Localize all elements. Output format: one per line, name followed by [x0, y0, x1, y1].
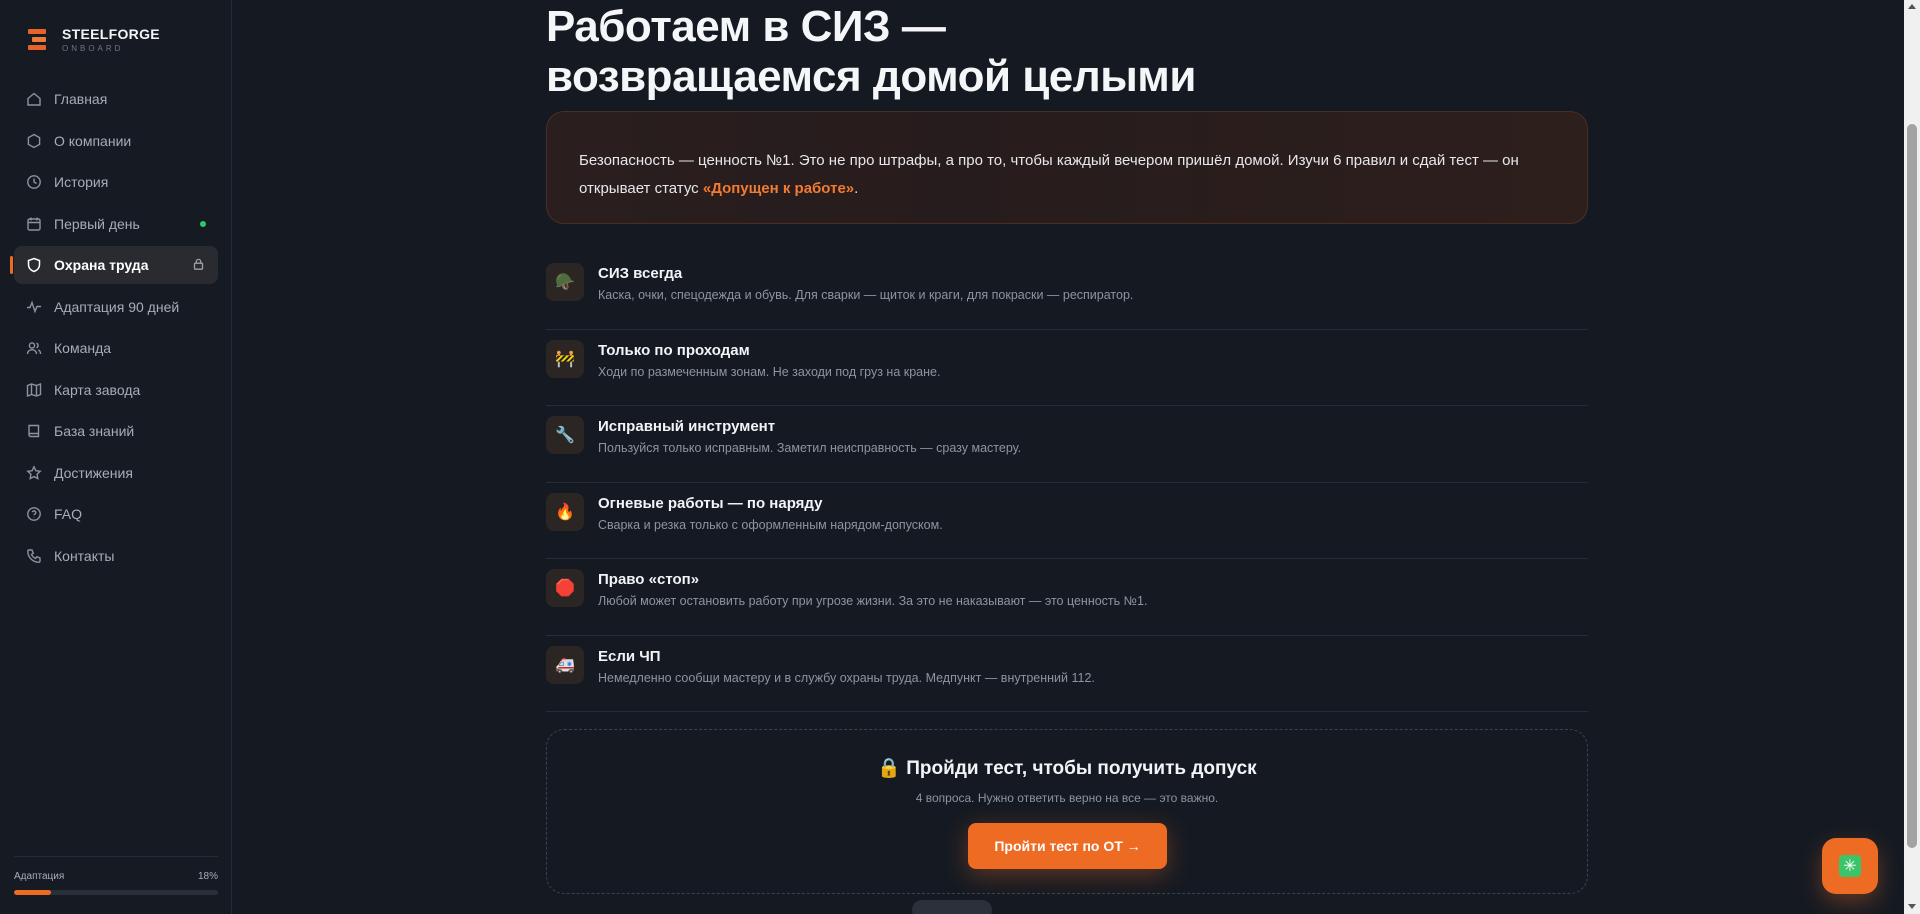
sidebar-item-achievements[interactable]: Достижения — [14, 454, 218, 492]
test-subtitle: 4 вопроса. Нужно ответить верно на все —… — [915, 791, 1219, 805]
brand-subtitle: ONBOARD — [62, 44, 124, 53]
list-item: 🪖 СИЗ всегда Каска, очки, спецодежда и о… — [546, 253, 1588, 330]
steelforge-logo-icon — [28, 28, 48, 52]
sidebar-nav: Главная О компании История Первый день О… — [10, 80, 218, 578]
sidebar-item-contacts[interactable]: Контакты — [14, 537, 218, 575]
test-callout: 🔒 Пройди тест, чтобы получить допуск 4 в… — [546, 729, 1588, 894]
sidebar-item-label: Команда — [54, 340, 112, 356]
page-scrollbar[interactable] — [1904, 0, 1920, 914]
rule-title: Если ЧП — [598, 647, 661, 665]
sidebar-item-team[interactable]: Команда — [14, 329, 218, 367]
list-item: 🔥 Огневые работы — по наряду Сварка и ре… — [546, 483, 1588, 559]
rule-title: СИЗ всегда — [598, 265, 683, 282]
phone-icon — [26, 548, 42, 564]
sidebar-item-label: Адаптация 90 дней — [54, 298, 180, 315]
assistant-fab-button[interactable]: ✳ — [1822, 838, 1878, 894]
sidebar-item-adaptation[interactable]: Адаптация 90 дней — [14, 288, 218, 326]
list-item: 🚑 Если ЧП Немедленно сообщи мастеру и в … — [546, 636, 1588, 712]
rule-description: Каска, очки, спецодежда и обувь. Для сва… — [598, 288, 1134, 302]
sidebar-item-history[interactable]: История — [14, 163, 218, 201]
sidebar-item-label: Первый день — [54, 215, 140, 232]
intro-highlight: «Допущен к работе» — [702, 180, 855, 197]
main-content: Работаем в СИЗ — возвращаемся домой целы… — [232, 0, 1904, 914]
page-title-line1: Работаем в СИЗ — — [546, 2, 946, 51]
sidebar-item-home[interactable]: Главная — [14, 80, 218, 118]
rule-description: Немедленно сообщи мастеру и в службу охр… — [598, 670, 1095, 685]
barrier-icon: 🚧 — [546, 339, 584, 378]
rule-description: Любой может остановить работу при угрозе… — [598, 594, 1148, 608]
intro-end: . — [854, 180, 859, 197]
scroll-up-icon[interactable] — [1908, 4, 1916, 9]
sidebar-item-safety[interactable]: Охрана труда — [10, 246, 218, 284]
wrench-icon: 🔧 — [546, 416, 584, 454]
sidebar-item-label: База знаний — [54, 423, 135, 439]
progress-percent: 18% — [197, 871, 218, 882]
rule-description: Пользуйся только исправным. Заметил неис… — [598, 441, 1022, 455]
progress-fill — [14, 890, 51, 895]
ambulance-icon: 🚑 — [546, 645, 584, 684]
brand[interactable]: STEELFORGE ONBOARD — [28, 26, 160, 53]
sidebar-item-label: Карта завода — [54, 381, 141, 398]
sidebar-item-label: Достижения — [54, 464, 133, 481]
sidebar-item-faq[interactable]: FAQ — [14, 495, 218, 533]
sidebar-item-plant-map[interactable]: Карта завода — [14, 371, 218, 409]
brand-name: STEELFORGE — [62, 26, 160, 42]
sidebar-item-knowledge-base[interactable]: База знаний — [14, 412, 218, 450]
lock-icon — [193, 257, 204, 273]
calendar-icon — [26, 216, 42, 232]
stop-icon: 🛑 — [546, 569, 584, 607]
page-title: Работаем в СИЗ — возвращаемся домой целы… — [546, 2, 1196, 102]
help-icon — [26, 506, 42, 522]
sidebar-item-label: Охрана труда — [54, 257, 149, 273]
scroll-peek-element — [912, 900, 992, 914]
rule-description: Ходи по размеченным зонам. Не заходи под… — [598, 364, 941, 379]
rule-description: Сварка и резка только с оформленным наря… — [598, 517, 943, 532]
hexagon-icon — [26, 133, 42, 149]
sidebar-item-about[interactable]: О компании — [14, 122, 218, 160]
rule-title: Только по проходам — [598, 341, 750, 359]
shield-icon — [26, 257, 42, 273]
sidebar-item-label: FAQ — [54, 506, 83, 522]
sidebar-item-label: Главная — [54, 91, 108, 107]
intro-callout: Безопасность — ценность №1. Это не про ш… — [546, 111, 1588, 224]
home-icon — [26, 91, 42, 107]
map-icon — [26, 382, 42, 398]
start-test-button[interactable]: Пройти тест по ОТ → — [968, 823, 1167, 869]
progress-label: Адаптация — [14, 871, 65, 882]
helmet-icon: 🪖 — [546, 263, 584, 301]
scroll-down-icon[interactable] — [1908, 904, 1916, 909]
sidebar: STEELFORGE ONBOARD Главная О компании Ис… — [0, 0, 232, 914]
list-item: 🛑 Право «стоп» Любой может остановить ра… — [546, 559, 1588, 636]
test-title: 🔒 Пройди тест, чтобы получить допуск — [877, 758, 1257, 779]
star-icon — [26, 464, 42, 481]
users-icon — [26, 340, 42, 356]
list-item: 🔧 Исправный инструмент Пользуйся только … — [546, 406, 1588, 483]
rule-title: Право «стоп» — [598, 571, 700, 588]
scrollbar-thumb[interactable] — [1907, 124, 1917, 848]
page-title-line2: возвращаемся домой целыми — [546, 52, 1196, 101]
sidebar-item-label: О компании — [54, 132, 132, 149]
fire-icon: 🔥 — [546, 492, 584, 531]
list-item: 🚧 Только по проходам Ходи по размеченным… — [546, 330, 1588, 406]
rule-title: Исправный инструмент — [598, 418, 776, 435]
sidebar-item-label: История — [54, 174, 109, 190]
pulse-icon — [26, 299, 42, 315]
progress-track — [14, 890, 218, 895]
safety-rules-list: 🪖 СИЗ всегда Каска, очки, спецодежда и о… — [546, 253, 1588, 712]
clock-icon — [26, 174, 42, 190]
adaptation-progress: Адаптация 18% — [14, 856, 218, 895]
sparkle-icon: ✳ — [1839, 855, 1861, 877]
book-icon — [26, 423, 42, 439]
new-status-dot — [200, 220, 206, 227]
sidebar-item-first-day[interactable]: Первый день — [14, 205, 218, 243]
rule-title: Огневые работы — по наряду — [598, 494, 823, 512]
sidebar-item-label: Контакты — [54, 547, 115, 564]
